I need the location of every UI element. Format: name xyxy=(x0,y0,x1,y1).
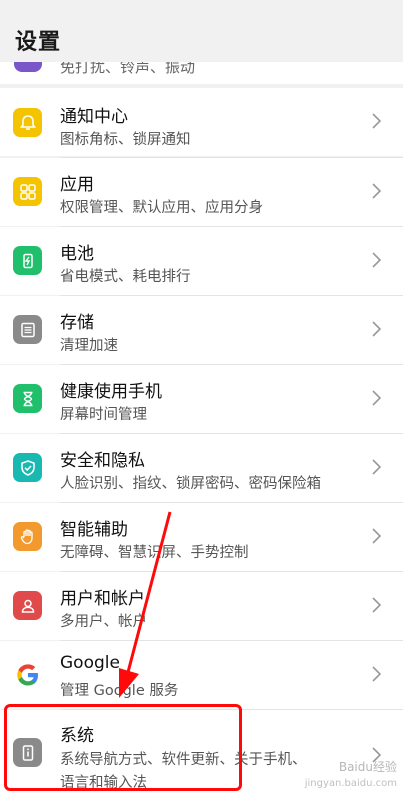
annotation-arrow xyxy=(119,511,172,698)
watermark-url: jingyan.baidu.com xyxy=(304,778,397,789)
watermark: Baidu经验 xyxy=(338,760,397,774)
annotation-highlight-box xyxy=(4,704,242,791)
